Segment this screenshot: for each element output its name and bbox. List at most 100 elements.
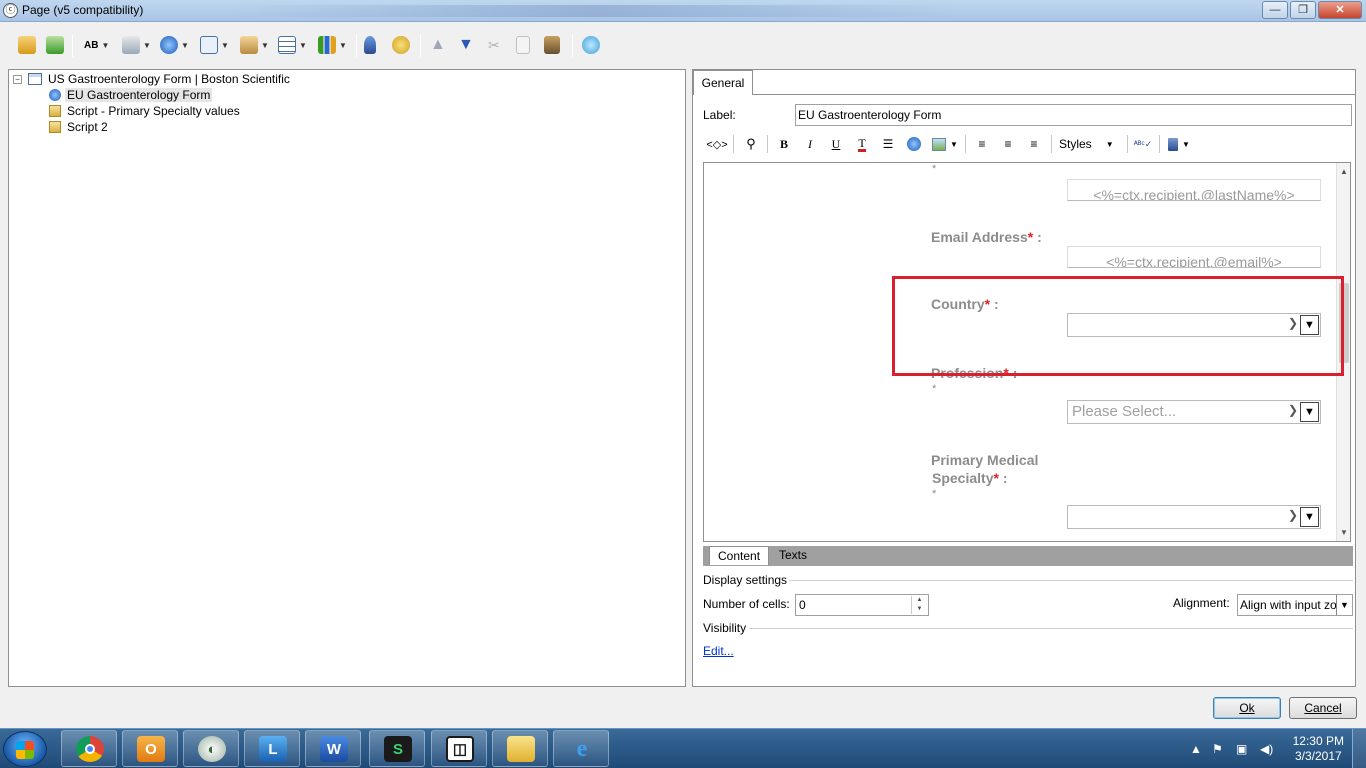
- taskbar: O ◐ L W S ◫ e ▲ ⚑ ▣ ◀) 12:30 PM 3/3/2017: [0, 728, 1366, 768]
- text-field-button[interactable]: AB ▼: [84, 35, 109, 55]
- close-button[interactable]: ✕: [1318, 1, 1362, 19]
- spinner[interactable]: ▲ ▼: [911, 596, 927, 614]
- taskbar-app-circle[interactable]: ◐: [183, 730, 239, 767]
- chart-button[interactable]: ▼: [318, 35, 347, 55]
- styles-dropdown[interactable]: Styles ▼: [1059, 134, 1123, 154]
- source-view-button[interactable]: <◇>: [706, 134, 727, 154]
- app-box-icon: ◫: [446, 736, 474, 762]
- label-caption: Label:: [703, 108, 736, 122]
- personalize-button[interactable]: [364, 35, 376, 55]
- form-page-icon: [28, 73, 42, 85]
- sharefile-icon: S: [384, 736, 412, 762]
- spellcheck-button[interactable]: ᴬᴮᶜ✓: [1133, 134, 1153, 154]
- windows-logo-icon: [16, 741, 34, 759]
- refresh-button[interactable]: [392, 35, 410, 55]
- taskbar-sharefile[interactable]: S: [369, 730, 425, 767]
- email-field[interactable]: <%=ctx.recipient.@email%>: [1067, 246, 1321, 268]
- move-down-button[interactable]: ▼: [458, 35, 474, 55]
- italic-button[interactable]: I: [801, 134, 819, 154]
- alignment-select[interactable]: Align with input zone ▼: [1237, 594, 1353, 616]
- align-center-button[interactable]: ≡: [999, 134, 1017, 154]
- bullet-list-button[interactable]: ☰: [879, 134, 897, 154]
- tab-general[interactable]: General: [693, 70, 753, 95]
- taskbar-ie[interactable]: e: [553, 730, 609, 767]
- start-button[interactable]: [3, 731, 47, 767]
- import-button[interactable]: [18, 35, 36, 55]
- taskbar-word[interactable]: W: [305, 730, 361, 767]
- copy-icon: [516, 36, 530, 54]
- paste-button[interactable]: [544, 35, 560, 55]
- volume-icon[interactable]: ◀): [1260, 742, 1273, 756]
- action-center-icon[interactable]: ⚑: [1212, 742, 1223, 756]
- tree-item-script-2[interactable]: Script 2: [49, 119, 110, 135]
- ok-button[interactable]: Ok: [1213, 697, 1281, 719]
- tab-texts[interactable]: Texts: [771, 546, 815, 565]
- bold-button[interactable]: B: [775, 134, 793, 154]
- find-button[interactable]: ⚲: [741, 134, 761, 154]
- link-button[interactable]: [905, 134, 923, 154]
- chevron-down-icon: ▼: [1105, 139, 1114, 149]
- cells-label: Number of cells:: [703, 597, 790, 611]
- tree-item-eu-form[interactable]: EU Gastroenterology Form: [49, 87, 213, 103]
- taskbar-outlook[interactable]: O: [122, 730, 178, 767]
- lastname-field[interactable]: <%=ctx.recipient.@lastName%>: [1067, 179, 1321, 201]
- show-desktop-button[interactable]: [1352, 729, 1366, 768]
- styles-label: Styles: [1059, 137, 1092, 151]
- blurred-title-area: [230, 5, 960, 17]
- box-button[interactable]: ▼: [240, 35, 269, 55]
- tree-root-label: US Gastroenterology Form | Boston Scient…: [48, 72, 290, 86]
- add-page-icon: [46, 36, 64, 54]
- taskbar-app-box[interactable]: ◫: [431, 730, 487, 767]
- minimize-button[interactable]: —: [1262, 1, 1288, 19]
- move-up-button[interactable]: ▲: [430, 35, 446, 55]
- image-button[interactable]: ▼: [931, 134, 959, 154]
- word-icon: W: [320, 736, 348, 762]
- bullet-list-icon: ☰: [882, 137, 894, 151]
- tree-item-script-primary[interactable]: Script - Primary Specialty values: [49, 103, 242, 119]
- cut-button[interactable]: ✂: [488, 35, 500, 55]
- text-color-button[interactable]: T: [853, 134, 871, 154]
- edit-visibility-link[interactable]: Edit...: [703, 644, 734, 658]
- spellcheck-icon: ᴬᴮᶜ✓: [1133, 138, 1153, 149]
- label-input[interactable]: [795, 104, 1352, 126]
- taskbar-chrome[interactable]: [61, 730, 117, 767]
- required-star: *: [932, 383, 937, 395]
- app-circle-icon: ◐: [198, 736, 226, 762]
- control-icon: [122, 36, 140, 54]
- clock[interactable]: 12:30 PM 3/3/2017: [1293, 734, 1344, 764]
- control-button[interactable]: ▼: [122, 35, 151, 55]
- preview-button[interactable]: [582, 35, 600, 55]
- delete-button[interactable]: ▼: [1165, 134, 1193, 154]
- form-button[interactable]: ▼: [200, 35, 229, 55]
- taskbar-explorer[interactable]: [492, 730, 548, 767]
- lync-icon: L: [259, 736, 287, 762]
- show-hidden-icons[interactable]: ▲: [1190, 742, 1202, 756]
- scroll-down-icon[interactable]: ▼: [1340, 528, 1348, 537]
- cells-input[interactable]: 0 ▲ ▼: [795, 594, 929, 616]
- web-button[interactable]: ▼: [160, 35, 189, 55]
- network-icon[interactable]: ▣: [1236, 742, 1247, 756]
- copy-button[interactable]: [516, 35, 530, 55]
- taskbar-lync[interactable]: L: [244, 730, 300, 767]
- tree-item-label: EU Gastroenterology Form: [65, 88, 213, 102]
- add-button[interactable]: [46, 35, 64, 55]
- trash-icon: [1168, 137, 1179, 151]
- align-left-button[interactable]: ≡: [973, 134, 991, 154]
- underline-button[interactable]: U: [827, 134, 845, 154]
- folder-icon: [507, 736, 535, 762]
- tree-root[interactable]: − US Gastroenterology Form | Boston Scie…: [13, 71, 292, 87]
- profession-select[interactable]: Please Select... ❯ ▼: [1067, 400, 1321, 424]
- maximize-button[interactable]: ❐: [1290, 1, 1316, 19]
- clock-date: 3/3/2017: [1294, 749, 1342, 763]
- specialty-select[interactable]: ❯ ▼: [1067, 505, 1321, 529]
- table-button[interactable]: ▼: [278, 35, 307, 55]
- tree-item-label: Script - Primary Specialty values: [67, 104, 240, 118]
- cancel-button[interactable]: Cancel: [1289, 697, 1357, 719]
- dropdown-arrow-icon: ▼: [1300, 402, 1319, 422]
- align-center-icon: ≡: [1004, 137, 1012, 151]
- collapse-toggle[interactable]: −: [13, 74, 22, 84]
- scroll-up-icon[interactable]: ▲: [1340, 167, 1348, 176]
- table-icon: [278, 36, 296, 54]
- tab-content[interactable]: Content: [709, 546, 770, 565]
- align-right-button[interactable]: ≡: [1025, 134, 1043, 154]
